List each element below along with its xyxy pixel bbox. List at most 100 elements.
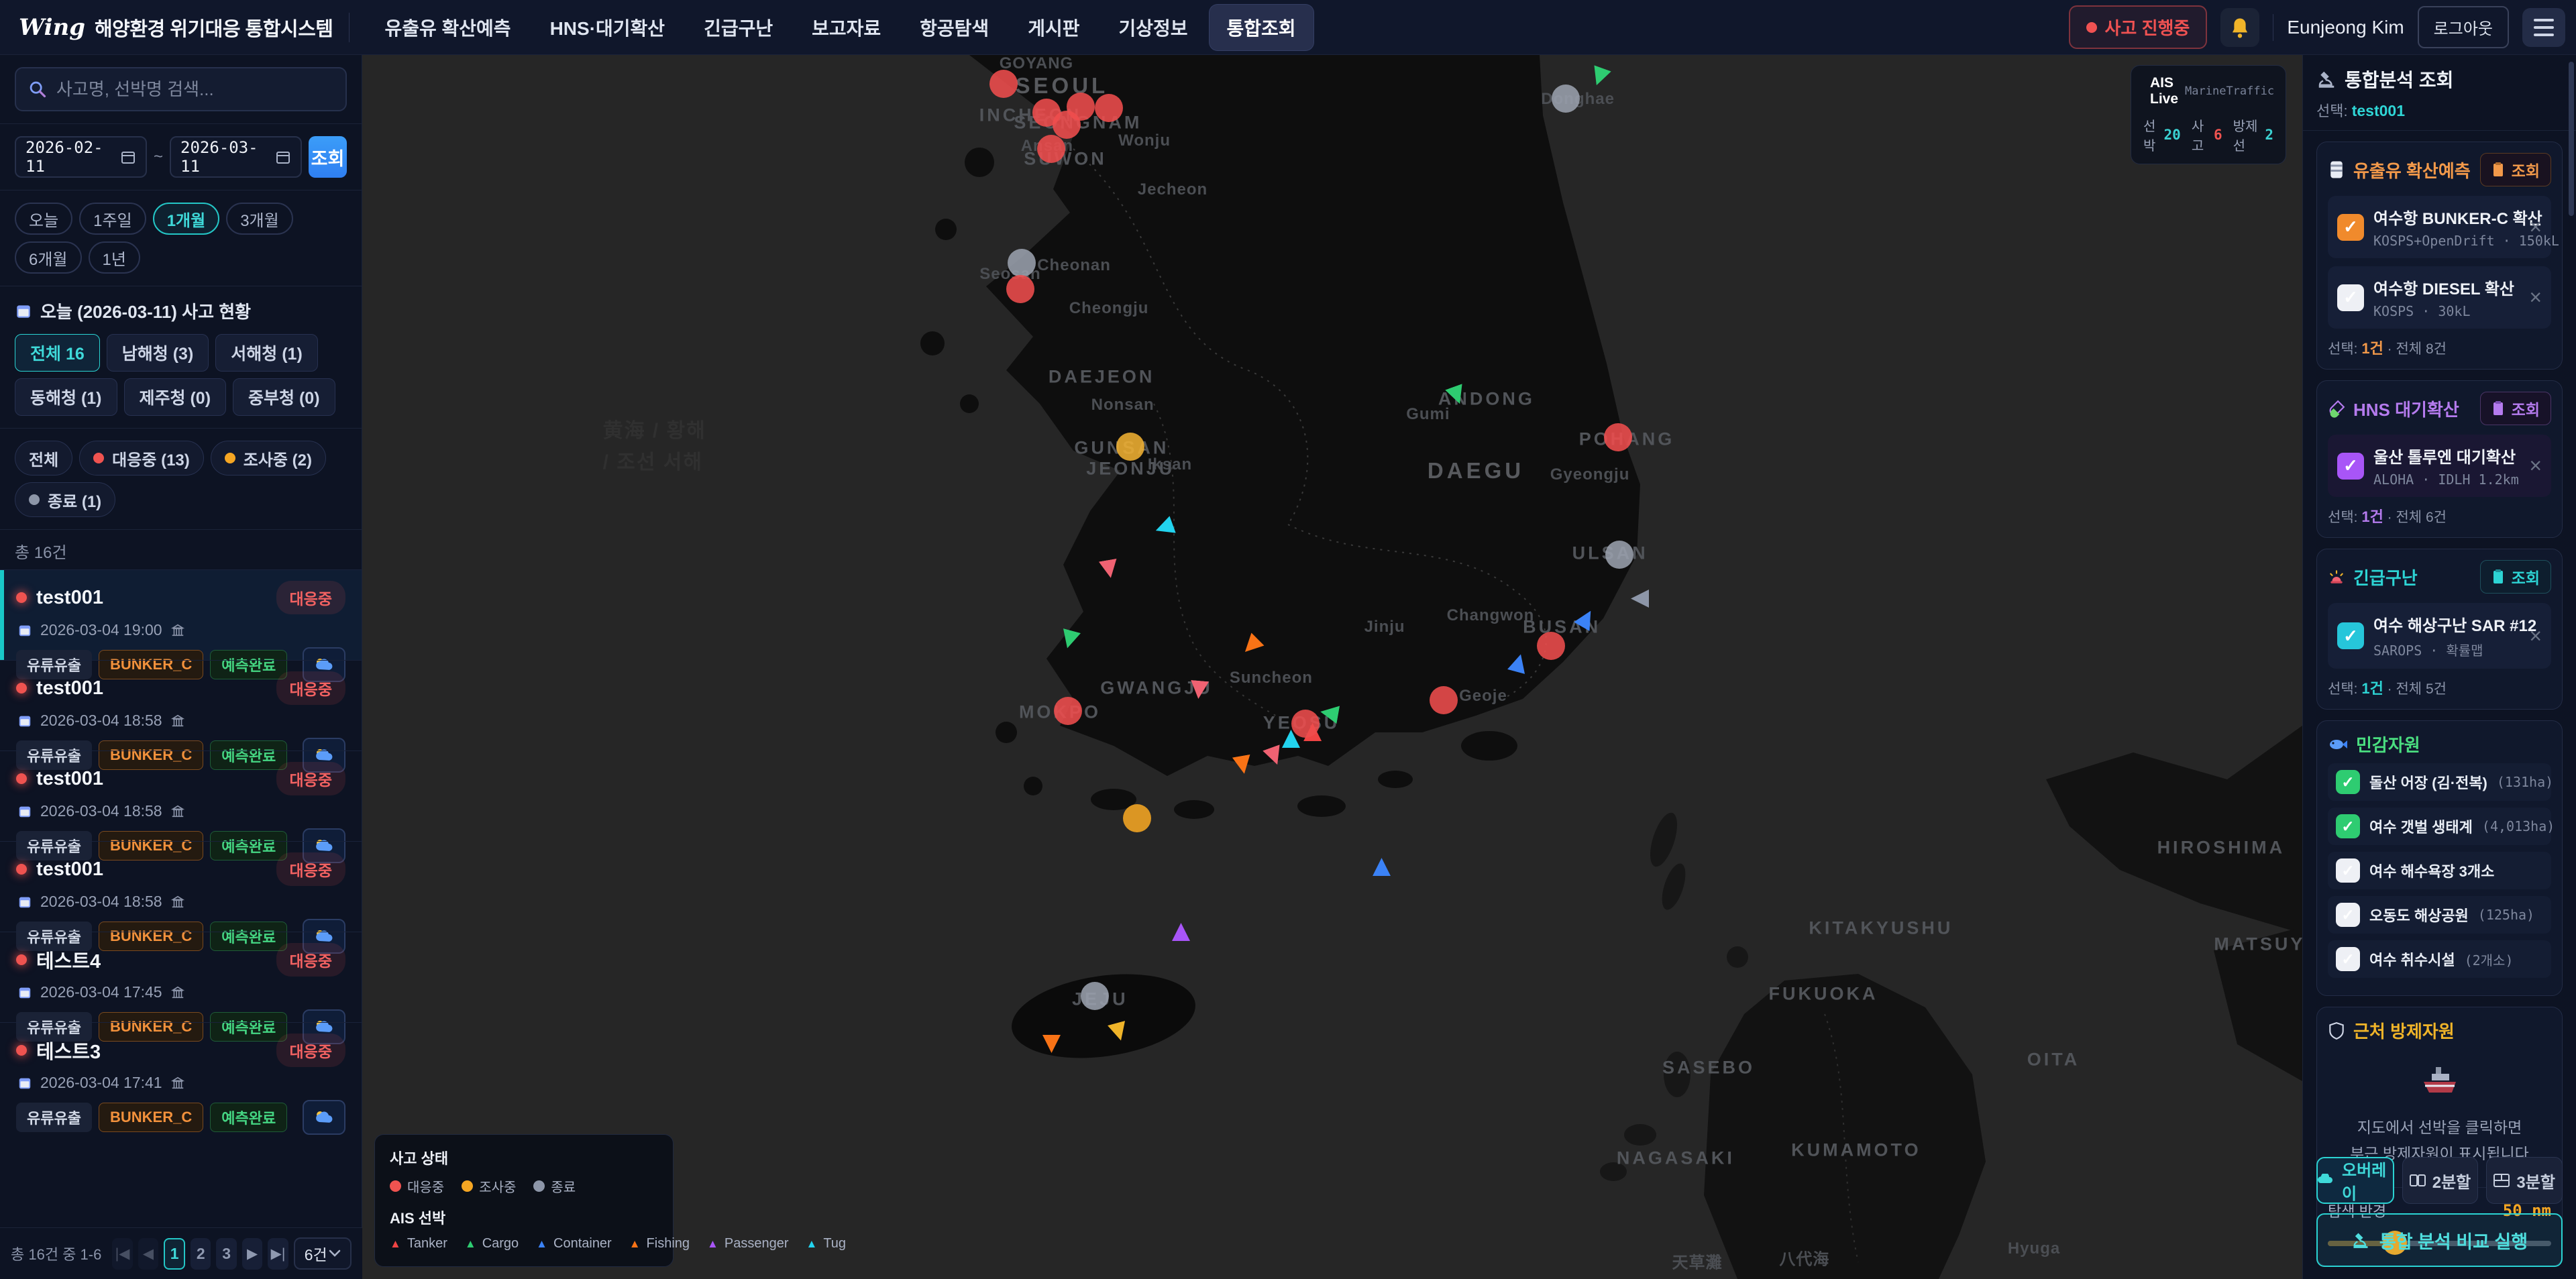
notifications-button[interactable]	[2220, 8, 2259, 47]
range-chip[interactable]: 1개월	[153, 203, 220, 235]
map-canvas[interactable]: 黄海 / 황해 / 조선 서해 GOYANG SEOUL INCHEON SEO…	[362, 55, 2302, 1279]
scenario-checkbox[interactable]: ✓	[2337, 284, 2364, 311]
remove-scenario-icon[interactable]: ×	[2529, 624, 2542, 649]
incident-marker[interactable]	[1537, 632, 1565, 660]
page-number-button[interactable]: 1	[164, 1238, 185, 1270]
nav-item[interactable]: 통합조회	[1210, 5, 1313, 50]
search-box[interactable]	[15, 67, 347, 111]
region-chip[interactable]: 전체 16	[15, 334, 100, 372]
range-chip[interactable]: 6개월	[15, 241, 82, 274]
page-number-button[interactable]: 2	[191, 1238, 211, 1270]
incident-marker[interactable]	[1116, 433, 1144, 461]
logout-button[interactable]: 로그아웃	[2418, 6, 2509, 48]
run-comparison-button[interactable]: 통합 분석 비교 실행	[2316, 1213, 2563, 1267]
date-query-button[interactable]: 조회	[309, 136, 347, 178]
page-number-button[interactable]: 3	[216, 1238, 236, 1270]
incident-list-item[interactable]: test001 대응중 2026-03-04 18:58 유류유출 BUNKER…	[0, 660, 362, 750]
remove-scenario-icon[interactable]: ×	[2529, 453, 2542, 478]
hns-query-button[interactable]: 조회	[2480, 392, 2551, 425]
remove-scenario-icon[interactable]: ×	[2529, 215, 2542, 239]
sar-query-button[interactable]: 조회	[2480, 560, 2551, 594]
region-chip[interactable]: 동해청 (1)	[15, 378, 117, 416]
resource-row[interactable]: ✓ 돌산 어장 (김·전복) (131ha)	[2328, 763, 2551, 801]
hns-scenario-row[interactable]: ✓ 울산 톨루엔 대기확산 ALOHA · IDLH 1.2km ×	[2328, 435, 2551, 497]
incident-marker[interactable]	[1054, 697, 1082, 725]
resource-checkbox[interactable]: ✓	[2336, 947, 2360, 971]
region-chip[interactable]: 서해청 (1)	[215, 334, 318, 372]
alert-dot-icon	[2086, 22, 2097, 33]
nav-item[interactable]: 유출유 확산예측	[367, 5, 528, 50]
resource-checkbox[interactable]: ✓	[2336, 858, 2360, 883]
resource-checkbox[interactable]: ✓	[2336, 903, 2360, 927]
incident-marker[interactable]	[1008, 249, 1036, 277]
resource-checkbox[interactable]: ✓	[2336, 814, 2360, 838]
weather-button[interactable]	[303, 1100, 345, 1135]
scenario-checkbox[interactable]: ✓	[2337, 622, 2364, 649]
region-chip[interactable]: 중부청 (0)	[233, 378, 335, 416]
incident-list-item[interactable]: 테스트3 대응중 2026-03-04 17:41 유류유출 BUNKER_C	[0, 1022, 362, 1113]
per-page-select[interactable]: 6건	[294, 1237, 352, 1270]
first-page-button[interactable]: |◀	[112, 1238, 132, 1270]
prediction-status-tag: 예측완료	[210, 1103, 287, 1132]
incident-marker[interactable]	[1123, 804, 1151, 832]
date-from-input[interactable]: 2026-02-11	[15, 136, 147, 178]
incident-marker[interactable]	[1605, 541, 1633, 569]
status-filter-chip[interactable]: 대응중 (13)	[79, 441, 204, 476]
incident-list-item[interactable]: 테스트4 대응중 2026-03-04 17:45 유류유출 BUNKER_C	[0, 932, 362, 1022]
incident-active-badge[interactable]: 사고 진행중	[2069, 5, 2208, 49]
incident-list-item[interactable]: test001 대응중 2026-03-04 18:58 유류유출 BUNKER…	[0, 841, 362, 932]
sar-scenario-row[interactable]: ✓ 여수 해상구난 SAR #12 SAROPS · 확률맵 ×	[2328, 603, 2551, 669]
ais-stat: 선박 20	[2143, 115, 2181, 154]
remove-scenario-icon[interactable]: ×	[2529, 285, 2542, 310]
incident-list-item[interactable]: test001 대응중 2026-03-04 19:00 유류유출 BUNKER…	[0, 569, 362, 660]
nav-item[interactable]: 항공탐색	[902, 5, 1006, 50]
spill-scenario-row[interactable]: ✓ 여수항 BUNKER-C 확산 KOSPS+OpenDrift · 150k…	[2328, 196, 2551, 258]
region-chip[interactable]: 남해청 (3)	[107, 334, 209, 372]
status-filter-chip[interactable]: 종료 (1)	[15, 482, 115, 517]
incident-marker[interactable]	[1430, 686, 1458, 714]
search-input[interactable]	[56, 79, 333, 100]
panel-scrollbar[interactable]	[2569, 62, 2574, 216]
nav-item[interactable]: 게시판	[1010, 5, 1097, 50]
last-page-button[interactable]: ▶|	[268, 1238, 288, 1270]
resource-checkbox[interactable]: ✓	[2336, 770, 2360, 794]
scenario-checkbox[interactable]: ✓	[2337, 453, 2364, 480]
range-chip[interactable]: 1년	[89, 241, 140, 274]
incident-marker[interactable]	[1552, 85, 1580, 113]
prev-page-button[interactable]: ◀	[138, 1238, 158, 1270]
resource-row[interactable]: ✓ 오동도 해상공원 (125ha)	[2328, 896, 2551, 934]
nav-item[interactable]: 보고자료	[794, 5, 898, 50]
incident-marker[interactable]	[1095, 94, 1123, 122]
incident-marker[interactable]	[1604, 423, 1632, 451]
overlay-mode-button[interactable]: 오버레이	[2316, 1157, 2394, 1204]
nav-item[interactable]: HNS·대기확산	[533, 5, 682, 50]
region-chip[interactable]: 제주청 (0)	[124, 378, 227, 416]
next-page-button[interactable]: ▶	[242, 1238, 262, 1270]
date-to-input[interactable]: 2026-03-11	[170, 136, 302, 178]
incident-marker[interactable]	[1067, 93, 1095, 121]
scenario-subtitle: KOSPS · 30kL	[2373, 303, 2520, 319]
scenario-checkbox[interactable]: ✓	[2337, 214, 2364, 241]
resource-row[interactable]: ✓ 여수 해수욕장 3개소	[2328, 852, 2551, 889]
resource-row[interactable]: ✓ 여수 취수시설 (2개소)	[2328, 940, 2551, 978]
incident-marker[interactable]	[1037, 135, 1065, 163]
resource-row[interactable]: ✓ 여수 갯벌 생태계 (4,013ha)	[2328, 808, 2551, 845]
incident-marker[interactable]	[1006, 275, 1034, 303]
status-filter-chip[interactable]: 조사중 (2)	[211, 441, 326, 476]
incident-list-item[interactable]: test001 대응중 2026-03-04 18:58 유류유출 BUNKER…	[0, 750, 362, 841]
nav-item[interactable]: 긴급구난	[686, 5, 790, 50]
range-chip[interactable]: 3개월	[226, 203, 293, 235]
range-chip[interactable]: 1주일	[79, 203, 146, 235]
incident-marker[interactable]	[1081, 982, 1109, 1010]
spill-scenario-row[interactable]: ✓ 여수항 DIESEL 확산 KOSPS · 30kL ×	[2328, 266, 2551, 329]
range-chip[interactable]: 오늘	[15, 203, 72, 235]
oil-spill-query-button[interactable]: 조회	[2480, 153, 2551, 186]
incident-marker[interactable]	[989, 70, 1018, 98]
split3-mode-button[interactable]: 3분할	[2486, 1157, 2563, 1204]
nav-item[interactable]: 기상정보	[1101, 5, 1205, 50]
split2-mode-button[interactable]: 2분할	[2402, 1157, 2479, 1204]
incident-marker[interactable]	[1291, 710, 1320, 738]
status-filter-chip[interactable]: 전체	[15, 441, 72, 476]
selected-incident-value: test001	[2352, 102, 2405, 119]
hamburger-menu-button[interactable]	[2522, 8, 2565, 47]
